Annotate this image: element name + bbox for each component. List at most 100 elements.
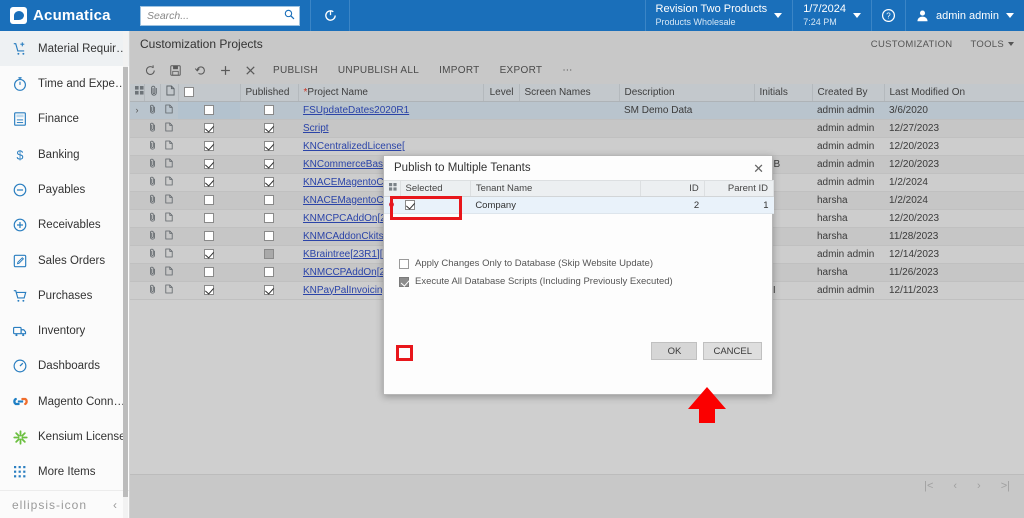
row-select-checkbox[interactable] xyxy=(178,173,240,192)
row-attachment-icon[interactable] xyxy=(144,173,160,192)
first-page-button[interactable]: |< xyxy=(924,480,933,492)
row-attachment-icon[interactable] xyxy=(144,263,160,282)
row-notes-icon[interactable] xyxy=(160,209,178,228)
column-header-published[interactable]: Published xyxy=(240,84,299,102)
apply-changes-only-checkbox[interactable] xyxy=(399,258,409,269)
execute-all-scripts-checkbox[interactable] xyxy=(399,276,409,287)
row-select-checkbox[interactable] xyxy=(178,281,240,300)
row-attachment-icon[interactable] xyxy=(144,227,160,246)
column-header-screen-names[interactable]: Screen Names xyxy=(519,84,620,102)
execute-all-scripts-option[interactable]: Execute All Database Scripts (Including … xyxy=(384,276,673,287)
row-published-checkbox[interactable] xyxy=(240,101,298,120)
row-published-checkbox[interactable] xyxy=(240,281,298,300)
apply-changes-only-option[interactable]: Apply Changes Only to Database (Skip Web… xyxy=(384,258,653,269)
customization-menu[interactable]: CUSTOMIZATION xyxy=(871,39,953,50)
sidebar-item-finance[interactable]: Finance xyxy=(0,102,129,137)
more-actions-button[interactable]: ⋯ xyxy=(552,60,582,82)
ok-button[interactable]: OK xyxy=(651,342,698,360)
table-row[interactable]: KNCentralizedLicense[admin admin 12/20/20… xyxy=(130,137,1024,156)
row-select-checkbox[interactable] xyxy=(178,101,240,120)
column-header-id[interactable]: ID xyxy=(640,180,705,197)
row-published-checkbox[interactable] xyxy=(240,155,298,174)
datetime-selector[interactable]: 1/7/2024 7:24 PM xyxy=(792,0,871,31)
row-attachment-icon[interactable] xyxy=(144,281,160,300)
sidebar-item-kensium-license[interactable]: Kensium License xyxy=(0,419,129,454)
sidebar-item-more-items[interactable]: More Items xyxy=(0,455,129,490)
chevron-left-icon[interactable]: ‹ xyxy=(113,498,117,512)
column-header-description[interactable]: Description xyxy=(619,84,755,102)
row-notes-icon[interactable] xyxy=(160,263,178,282)
table-row[interactable]: Script admin admin 12/27/2023 xyxy=(130,119,1024,138)
help-button[interactable]: ? xyxy=(871,0,905,31)
next-page-button[interactable]: › xyxy=(977,480,981,492)
row-notes-icon[interactable] xyxy=(160,137,178,156)
row-select-checkbox[interactable] xyxy=(178,119,240,138)
save-button[interactable] xyxy=(163,60,188,82)
prev-page-button[interactable]: ‹ xyxy=(953,480,957,492)
sidebar-item-banking[interactable]: $ Banking xyxy=(0,137,129,172)
row-select-checkbox[interactable] xyxy=(178,155,240,174)
row-notes-icon[interactable] xyxy=(160,281,178,300)
refresh-button[interactable] xyxy=(138,60,163,82)
column-settings-icon[interactable] xyxy=(384,180,401,197)
row-attachment-icon[interactable] xyxy=(144,155,160,174)
row-notes-icon[interactable] xyxy=(160,227,178,246)
brand-logo[interactable]: Acumatica xyxy=(0,0,130,31)
attachment-icon[interactable] xyxy=(144,84,161,102)
row-published-checkbox[interactable] xyxy=(240,137,298,156)
column-header-last-modified-on[interactable]: Last Modified On xyxy=(884,84,1024,102)
ellipsis-icon[interactable]: ellipsis-icon xyxy=(12,498,87,512)
refresh-button[interactable] xyxy=(310,0,350,31)
column-header-tenant-name[interactable]: Tenant Name xyxy=(470,180,642,197)
table-row[interactable]: Company 2 1 xyxy=(384,196,774,214)
row-published-checkbox[interactable] xyxy=(240,173,298,192)
column-header-initials[interactable]: Initials xyxy=(754,84,813,102)
add-button[interactable] xyxy=(213,60,238,82)
row-attachment-icon[interactable] xyxy=(144,119,160,138)
row-expander[interactable] xyxy=(130,281,144,300)
sidebar-item-purchases[interactable]: Purchases xyxy=(0,278,129,313)
last-page-button[interactable]: >| xyxy=(1001,480,1010,492)
row-notes-icon[interactable] xyxy=(160,155,178,174)
publish-button[interactable]: PUBLISH xyxy=(263,60,328,82)
row-notes-icon[interactable] xyxy=(160,119,178,138)
row-project-name[interactable]: Script xyxy=(298,119,483,138)
row-expander[interactable] xyxy=(130,119,144,138)
user-menu[interactable]: admin admin xyxy=(905,0,1024,31)
row-expander[interactable] xyxy=(130,263,144,282)
tools-menu[interactable]: TOOLS xyxy=(970,39,1014,50)
sidebar-item-magento-connector[interactable]: Magento Connector xyxy=(0,384,129,419)
row-published-checkbox[interactable] xyxy=(240,119,298,138)
row-attachment-icon[interactable] xyxy=(144,209,160,228)
row-expander[interactable] xyxy=(130,137,144,156)
row-project-name[interactable]: KNCentralizedLicense[ xyxy=(298,137,483,156)
sidebar-item-receivables[interactable]: Receivables xyxy=(0,208,129,243)
row-attachment-icon[interactable] xyxy=(144,245,160,264)
row-expander[interactable] xyxy=(130,155,144,174)
column-header-level[interactable]: Level xyxy=(483,84,520,102)
column-header-project-name[interactable]: *Project Name xyxy=(298,84,484,102)
search-box[interactable] xyxy=(140,5,300,26)
cancel-button[interactable]: CANCEL xyxy=(703,342,762,360)
sidebar-item-material-requirements[interactable]: Material Requirem... xyxy=(0,31,129,67)
close-icon[interactable]: ✕ xyxy=(753,162,764,175)
row-published-checkbox[interactable] xyxy=(240,209,298,228)
sidebar-item-sales-orders[interactable]: Sales Orders xyxy=(0,243,129,278)
export-button[interactable]: EXPORT xyxy=(490,60,553,82)
row-notes-icon[interactable] xyxy=(160,101,178,120)
delete-button[interactable] xyxy=(238,60,263,82)
row-select-checkbox[interactable] xyxy=(178,263,240,282)
unpublish-all-button[interactable]: UNPUBLISH ALL xyxy=(328,60,429,82)
row-published-checkbox[interactable] xyxy=(240,227,298,246)
sidebar-item-dashboards[interactable]: Dashboards xyxy=(0,349,129,384)
sidebar-item-inventory[interactable]: Inventory xyxy=(0,314,129,349)
row-notes-icon[interactable] xyxy=(160,245,178,264)
row-attachment-icon[interactable] xyxy=(144,191,160,210)
undo-button[interactable] xyxy=(188,60,213,82)
row-notes-icon[interactable] xyxy=(160,173,178,192)
row-project-name[interactable]: FSUpdateDates2020R1 xyxy=(298,101,483,120)
row-published-checkbox[interactable] xyxy=(240,191,298,210)
sidebar-scrollbar-thumb[interactable] xyxy=(123,67,128,497)
row-expander[interactable] xyxy=(130,209,144,228)
column-header-parent-id[interactable]: Parent ID xyxy=(704,180,775,197)
